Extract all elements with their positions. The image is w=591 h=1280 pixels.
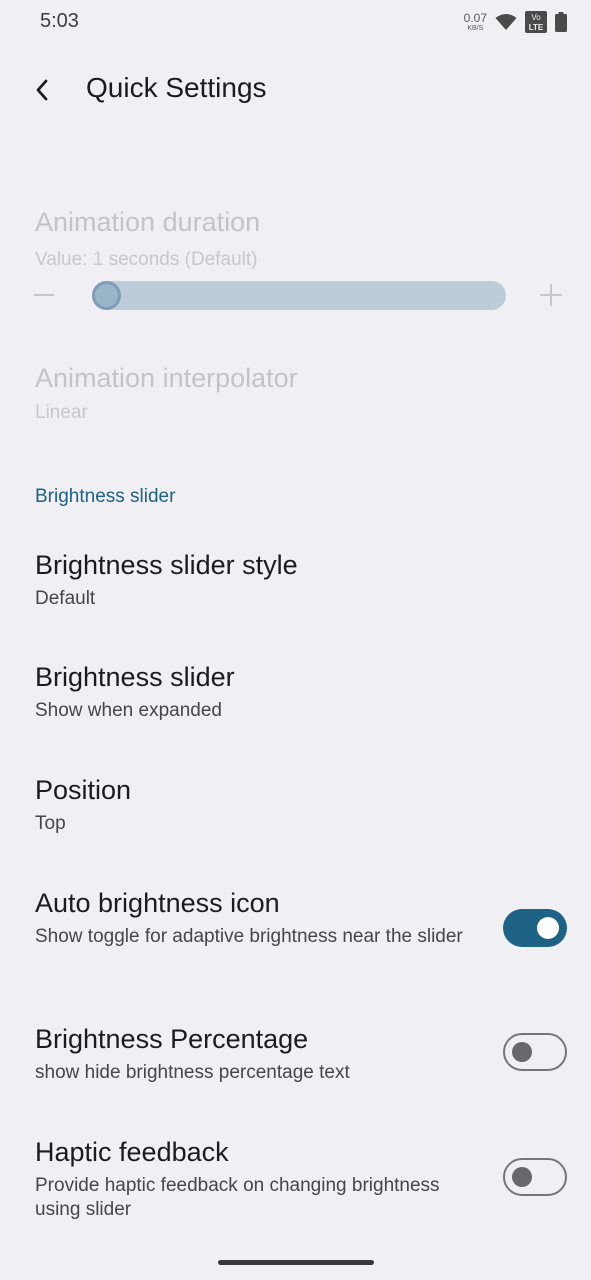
status-time: 5:03 bbox=[40, 10, 79, 32]
home-indicator[interactable] bbox=[218, 1260, 374, 1265]
setting-auto-brightness-icon[interactable]: Auto brightness icon Show toggle for ada… bbox=[0, 873, 591, 993]
status-icons: 0.07 KB/S Vo LTE bbox=[464, 8, 567, 36]
auto-brightness-icon-toggle[interactable] bbox=[503, 909, 567, 947]
setting-title: Brightness Percentage bbox=[35, 1024, 309, 1054]
setting-title: Auto brightness icon bbox=[35, 888, 280, 918]
haptic-feedback-toggle[interactable] bbox=[503, 1158, 567, 1196]
network-speed: 0.07 KB/S bbox=[464, 12, 487, 32]
volte-icon: Vo LTE bbox=[525, 11, 547, 33]
setting-subtitle: show hide brightness percentage text bbox=[35, 1062, 350, 1083]
battery-icon bbox=[555, 12, 567, 32]
setting-subtitle: Top bbox=[35, 813, 66, 834]
animation-duration-value: Value: 1 seconds (Default) bbox=[35, 249, 258, 270]
back-button[interactable] bbox=[22, 70, 62, 110]
volte-top-text: Vo bbox=[531, 13, 541, 22]
wifi-icon bbox=[495, 14, 517, 30]
network-speed-unit: KB/S bbox=[467, 25, 484, 32]
setting-haptic-feedback[interactable]: Haptic feedback Provide haptic feedback … bbox=[0, 1122, 591, 1242]
setting-title: Haptic feedback bbox=[35, 1137, 229, 1167]
toggle-knob bbox=[512, 1042, 532, 1062]
toggle-knob bbox=[537, 917, 559, 939]
setting-title: Brightness slider style bbox=[35, 550, 298, 580]
setting-position[interactable]: Position Top bbox=[0, 760, 591, 858]
network-speed-value: 0.07 bbox=[463, 11, 487, 25]
setting-subtitle: Show when expanded bbox=[35, 700, 222, 721]
brightness-percentage-toggle[interactable] bbox=[503, 1033, 567, 1071]
setting-brightness-slider[interactable]: Brightness slider Show when expanded bbox=[0, 647, 591, 745]
toggle-knob bbox=[512, 1167, 532, 1187]
volte-bottom-text: LTE bbox=[529, 23, 544, 32]
page-title: Quick Settings bbox=[86, 72, 267, 103]
slider-increase-icon bbox=[540, 284, 562, 306]
setting-title: Position bbox=[35, 775, 132, 805]
animation-interpolator-value: Linear bbox=[35, 402, 88, 423]
setting-title: Brightness slider bbox=[35, 662, 235, 692]
section-header-brightness-slider: Brightness slider bbox=[35, 486, 176, 507]
setting-subtitle: Show toggle for adaptive brightness near… bbox=[35, 926, 463, 947]
setting-subtitle: Default bbox=[35, 588, 96, 609]
slider-thumb bbox=[92, 281, 121, 310]
setting-brightness-percentage[interactable]: Brightness Percentage show hide brightne… bbox=[0, 1009, 591, 1107]
animation-duration-title: Animation duration bbox=[35, 207, 261, 237]
setting-subtitle: Provide haptic feedback on changing brig… bbox=[35, 1175, 440, 1220]
slider-decrease-icon bbox=[34, 294, 54, 296]
animation-duration-slider bbox=[92, 281, 506, 310]
chevron-left-icon bbox=[36, 79, 48, 101]
setting-brightness-slider-style[interactable]: Brightness slider style Default bbox=[0, 535, 591, 633]
animation-interpolator-title: Animation interpolator bbox=[35, 363, 298, 393]
